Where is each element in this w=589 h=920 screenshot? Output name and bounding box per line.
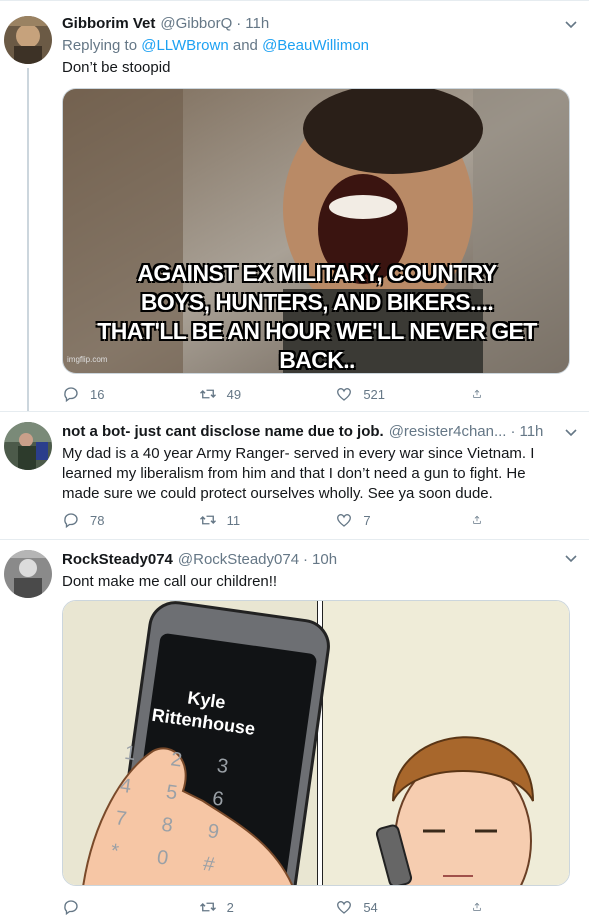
user-handle[interactable]: @GibborQ — [160, 14, 232, 34]
reply-icon — [64, 900, 78, 916]
retweet-count: 2 — [226, 899, 234, 915]
retweet-button[interactable]: 2 — [199, 898, 299, 916]
reply-user-link[interactable]: @LLWBrown — [141, 37, 228, 54]
avatar[interactable] — [4, 550, 52, 598]
heart-icon — [337, 900, 352, 914]
display-name[interactable]: RockSteady074 — [62, 550, 173, 570]
retweet-button[interactable]: 11 — [199, 511, 299, 529]
share-icon — [473, 902, 481, 911]
chevron-down-icon[interactable] — [563, 424, 579, 440]
reply-count: 16 — [90, 386, 105, 402]
reply-icon — [64, 513, 78, 529]
tweet-header: RockSteady074 @RockSteady074 · 10h — [62, 550, 577, 570]
reply-button[interactable]: 16 — [62, 385, 162, 403]
display-name[interactable]: not a bot- just cant disclose name due t… — [62, 422, 384, 442]
keypad-key: 8 — [160, 813, 175, 838]
heart-icon — [337, 513, 352, 527]
like-button[interactable]: 521 — [335, 385, 435, 403]
like-count: 54 — [363, 899, 378, 915]
thread-line — [27, 68, 29, 412]
share-icon — [473, 389, 481, 398]
timestamp[interactable]: 10h — [312, 550, 337, 570]
like-count: 7 — [363, 512, 371, 528]
tweet-text: Don’t be stoopid — [62, 59, 171, 76]
share-button[interactable] — [472, 898, 492, 916]
retweet-icon — [199, 902, 216, 912]
retweet-button[interactable]: 49 — [199, 385, 299, 403]
timestamp[interactable]: 11h — [519, 422, 543, 442]
tweet-text: Dont make me call our children!! — [62, 573, 278, 590]
avatar[interactable] — [4, 16, 52, 64]
caption-line: BOYS, HUNTERS, AND BIKERS.... — [140, 289, 494, 315]
reply-button[interactable]: 78 — [62, 511, 162, 529]
tweet-rocksteady[interactable]: RockSteady074 @RockSteady074 · 10h Dont … — [0, 540, 589, 920]
retweet-count: 49 — [226, 386, 242, 402]
meme-caption: AGAINST EX MILITARY, COUNTRY BOYS, HUNTE… — [63, 259, 569, 373]
like-button[interactable]: 7 — [335, 511, 435, 529]
keypad-key: 6 — [210, 787, 226, 811]
reply-button[interactable] — [62, 898, 162, 916]
reply-user-link[interactable]: @BeauWillimon — [262, 37, 369, 54]
tweet-image[interactable]: AGAINST EX MILITARY, COUNTRY BOYS, HUNTE… — [62, 88, 570, 374]
tweet-image[interactable]: Kyle Rittenhouse 1 2 3 4 5 6 7 8 9 * 0 # — [62, 600, 570, 886]
image-watermark: imgflip.com — [67, 355, 108, 364]
replying-to: Replying to @LLWBrown and @BeauWillimon — [62, 36, 577, 56]
phone-keypad: 1 2 3 4 5 6 7 8 9 * 0 # — [109, 742, 265, 882]
reply-icon — [64, 387, 78, 403]
caption-line: THAT'LL BE AN HOUR WE'LL NEVER GET BACK.… — [97, 318, 537, 373]
keypad-key: 4 — [118, 774, 133, 798]
display-name[interactable]: Gibborim Vet — [62, 14, 155, 34]
avatar[interactable] — [4, 422, 52, 470]
tweet-header: Gibborim Vet @GibborQ · 11h — [62, 14, 577, 34]
tweet-not-a-bot[interactable]: not a bot- just cant disclose name due t… — [0, 412, 589, 540]
share-icon — [473, 515, 481, 524]
share-button[interactable] — [472, 511, 492, 529]
reply-count: 78 — [90, 512, 105, 528]
replying-to-label: Replying to — [62, 37, 142, 54]
like-button[interactable]: 54 — [335, 898, 435, 916]
keypad-key: 5 — [164, 781, 179, 805]
like-count: 521 — [363, 386, 386, 402]
timestamp[interactable]: 11h — [245, 14, 269, 34]
keypad-key: 7 — [113, 807, 129, 831]
tweet-text: My dad is a 40 year Army Ranger- served … — [62, 445, 535, 502]
replying-to-joiner: and — [228, 37, 263, 54]
separator-dot: · — [303, 551, 309, 568]
keypad-key: 9 — [206, 820, 221, 844]
retweet-icon — [199, 515, 216, 525]
timeline-top-border — [0, 0, 589, 1]
caption-line: AGAINST EX MILITARY, COUNTRY — [137, 260, 497, 286]
separator-dot: · — [510, 423, 516, 440]
share-button[interactable] — [472, 385, 492, 403]
heart-icon — [337, 387, 352, 401]
user-handle[interactable]: @resister4chan... — [389, 422, 507, 442]
retweet-count: 11 — [226, 512, 241, 528]
tweet-gibborim[interactable]: Gibborim Vet @GibborQ · 11h Replying to … — [0, 6, 589, 412]
separator-dot: · — [236, 15, 242, 32]
retweet-icon — [199, 389, 216, 399]
tweet-header: not a bot- just cant disclose name due t… — [62, 422, 555, 442]
user-handle[interactable]: @RockSteady074 — [178, 550, 299, 570]
